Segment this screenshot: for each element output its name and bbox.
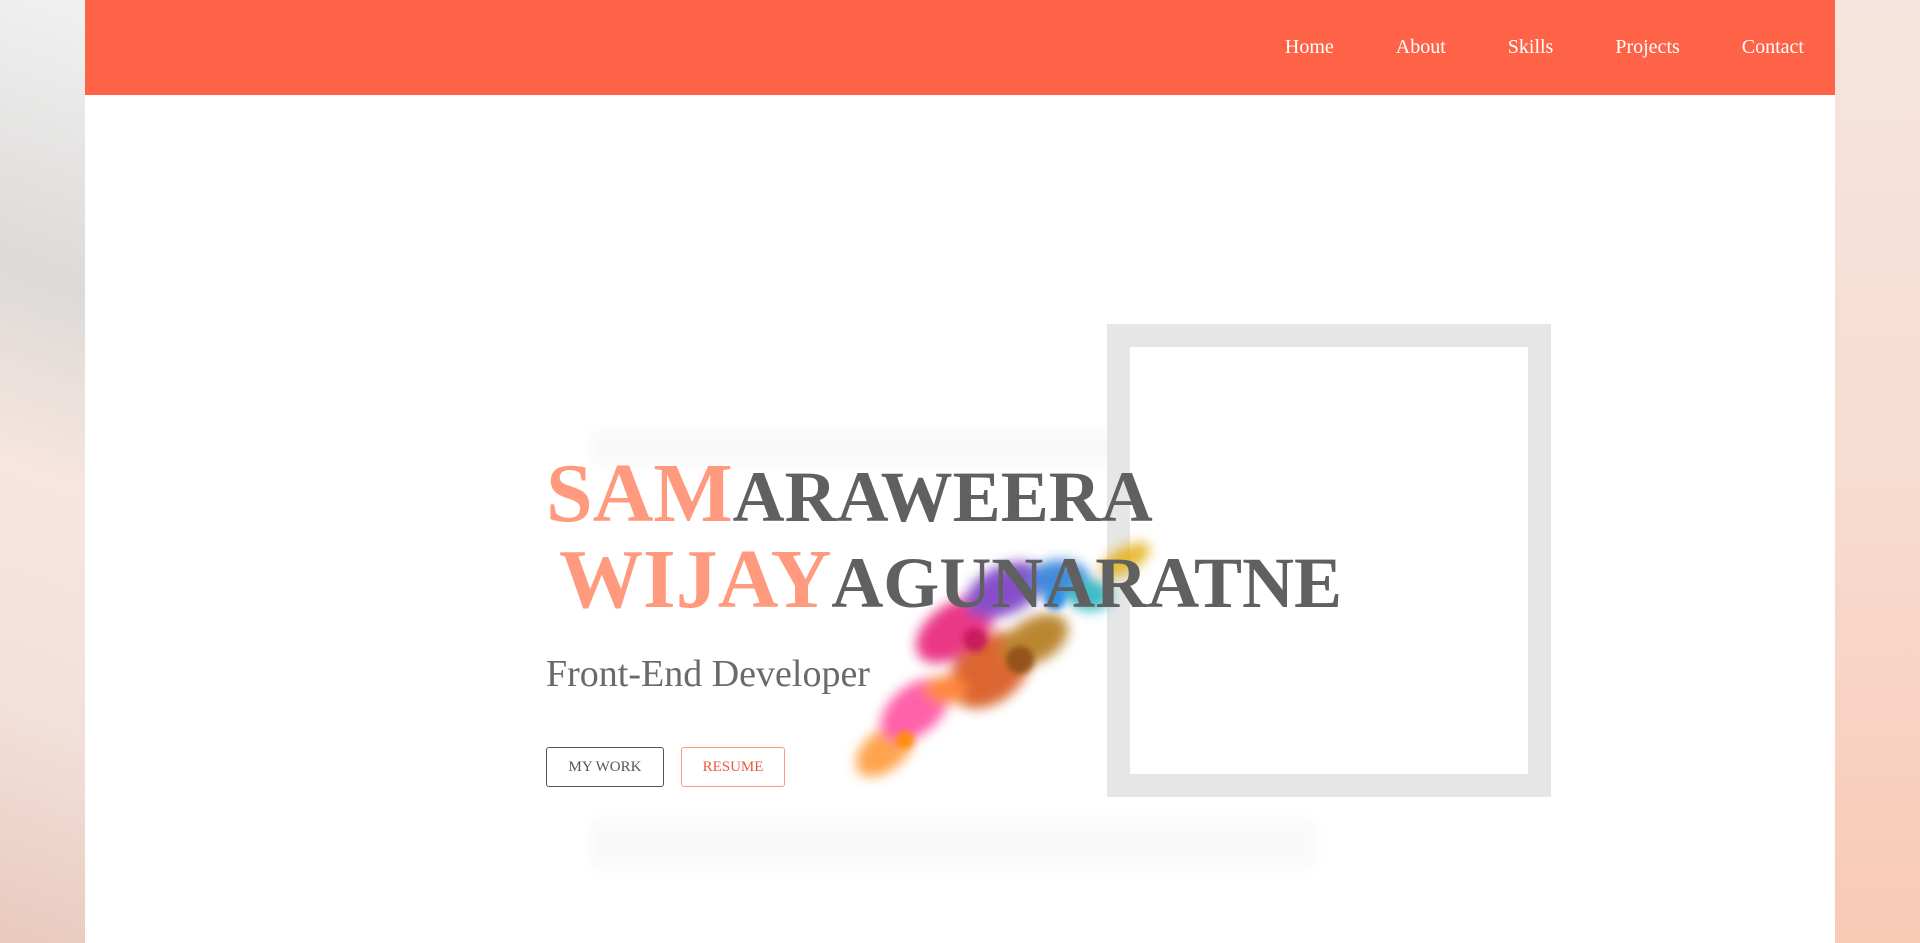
nav-links: Home About Skills Projects Contact [1285,0,1804,95]
hero-last-name-accent: WIJAY [559,533,832,626]
nav-skills-link[interactable]: Skills [1508,36,1554,59]
background-right [1835,0,1920,943]
nav-contact-link[interactable]: Contact [1742,36,1804,59]
hero-subtitle: Front-End Developer [546,653,870,695]
hero-last-name: WIJAYAGUNARATNE [559,538,1342,622]
background-left [0,0,85,943]
hero-first-name: SAMARAWEERA [546,452,1153,536]
hero-first-name-rest: ARAWEERA [732,457,1153,537]
faded-background-band [590,820,1315,868]
hero-first-name-accent: SAM [546,447,733,540]
resume-button[interactable]: RESUME [681,747,785,787]
hero-last-name-rest: AGUNARATNE [831,543,1342,623]
navbar: Home About Skills Projects Contact [85,0,1835,95]
my-work-button[interactable]: MY WORK [546,747,664,787]
nav-home-link[interactable]: Home [1285,36,1334,59]
nav-about-link[interactable]: About [1396,36,1446,59]
nav-projects-link[interactable]: Projects [1615,36,1679,59]
page-container: Home About Skills Projects Contact SAMAR… [85,0,1835,943]
